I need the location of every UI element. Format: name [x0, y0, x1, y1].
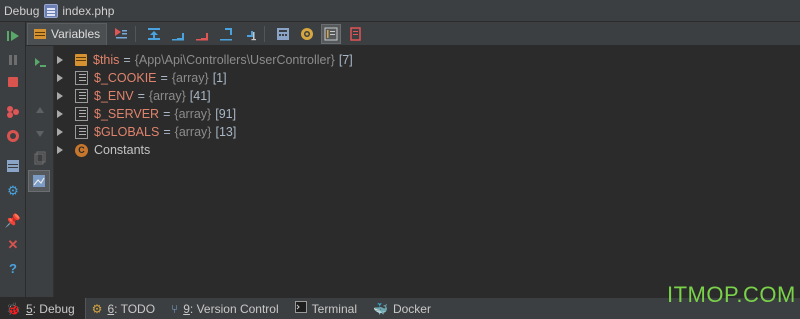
step-over-icon[interactable] [144, 24, 164, 44]
variables-tree: $this = {App\Api\Controllers\UserControl… [54, 46, 800, 297]
layout-icon[interactable] [3, 156, 23, 176]
evaluate-expression-icon[interactable] [273, 24, 293, 44]
terminal-icon [294, 301, 307, 316]
debug-session-file[interactable]: index.php [62, 4, 114, 18]
array-icon [75, 89, 88, 103]
variable-type: {App\Api\Controllers\UserController} [134, 53, 335, 67]
tab-version-control-label: : Version Control [189, 301, 279, 316]
toolbar-separator [135, 25, 137, 42]
docker-icon: 🐳 [373, 301, 388, 316]
equals-sign: = [163, 107, 171, 121]
debug-panel-header: Variables [26, 22, 800, 46]
variable-count: [7] [338, 53, 353, 67]
expand-arrow-icon[interactable] [57, 56, 63, 64]
equals-sign: = [123, 53, 131, 67]
tab-debug[interactable]: 🐞 5 : Debug [0, 297, 86, 319]
tab-docker[interactable]: 🐳 Docker [367, 298, 441, 319]
show-execution-point-icon[interactable] [111, 24, 131, 44]
expand-arrow-icon[interactable] [57, 92, 63, 100]
tab-version-control-number: 9 [183, 301, 190, 316]
vcs-icon: ⑂ [171, 301, 179, 316]
close-icon[interactable]: ✕ [3, 234, 23, 254]
step-into-frame-icon[interactable] [30, 52, 50, 72]
stop-icon[interactable] [3, 72, 23, 92]
variable-row-server[interactable]: $_SERVER = {array} [91] [54, 105, 236, 123]
expand-arrow-icon[interactable] [57, 110, 63, 118]
tab-debug-number: 5 [25, 301, 33, 316]
todo-icon: ⚙ [91, 301, 103, 316]
variable-type: {array} [174, 107, 212, 121]
copy-icon[interactable] [30, 148, 50, 168]
variable-count: [91] [215, 107, 237, 121]
expand-arrow-icon[interactable] [57, 128, 63, 136]
pause-icon[interactable] [3, 50, 23, 70]
variable-count: [41] [189, 89, 211, 103]
tab-docker-label: Docker [392, 301, 431, 316]
resume-icon[interactable] [3, 26, 23, 46]
equals-sign: = [160, 71, 168, 85]
step-out-icon[interactable] [216, 24, 236, 44]
constants-label: Constants [94, 143, 151, 157]
variable-name: $GLOBALS [94, 125, 160, 139]
toolbar-separator [264, 25, 266, 42]
array-icon [75, 71, 88, 85]
mute-breakpoints-icon[interactable] [3, 126, 23, 146]
variable-name: $this [93, 53, 120, 67]
object-icon [75, 54, 87, 66]
variable-name: $_SERVER [94, 107, 160, 121]
variable-count: [1] [212, 71, 227, 85]
watch-icon[interactable] [297, 24, 317, 44]
variable-type: {array} [148, 89, 186, 103]
tab-todo-label: : TODO [114, 301, 156, 316]
debug-window-title: Debug [4, 3, 40, 18]
debug-title-bar: Debug index.php [0, 0, 800, 22]
tab-todo[interactable]: ⚙ 6 : TODO [86, 298, 165, 319]
pin-icon[interactable]: 📌 [3, 210, 23, 230]
array-icon [75, 125, 88, 139]
expand-arrow-icon[interactable] [57, 146, 63, 154]
watermark-text: ITMOP.COM [667, 282, 796, 307]
variables-icon [34, 29, 46, 39]
tab-version-control[interactable]: ⑂ 9 : Version Control [165, 298, 289, 319]
variable-name: $_COOKIE [94, 71, 157, 85]
tab-variables-label: Variables [51, 27, 101, 41]
step-into-icon[interactable] [168, 24, 188, 44]
variable-row-cookie[interactable]: $_COOKIE = {array} [1] [54, 69, 227, 87]
tab-debug-label: : Debug [32, 301, 75, 316]
variable-row-this[interactable]: $this = {App\Api\Controllers\UserControl… [54, 51, 353, 69]
variable-name: $_ENV [94, 89, 134, 103]
variable-type: {array} [171, 71, 209, 85]
variable-count: [13] [215, 125, 237, 139]
tab-todo-number: 6 [107, 301, 115, 316]
expand-arrow-icon[interactable] [57, 74, 63, 82]
force-step-into-icon[interactable] [192, 24, 212, 44]
tab-variables[interactable]: Variables [27, 22, 108, 45]
help-icon[interactable]: ? [3, 258, 23, 278]
array-icon [75, 107, 88, 121]
variable-type: {array} [174, 125, 212, 139]
run-to-cursor-icon[interactable] [240, 24, 260, 44]
equals-sign: = [163, 125, 171, 139]
constants-row[interactable]: C Constants [54, 141, 150, 159]
tab-terminal[interactable]: Terminal [289, 298, 367, 319]
equals-sign: = [137, 89, 145, 103]
view-breakpoints-icon[interactable] [3, 102, 23, 122]
restore-layout-icon[interactable] [345, 24, 365, 44]
bug-icon: 🐞 [6, 301, 21, 316]
down-icon[interactable] [30, 124, 50, 144]
php-file-icon [44, 3, 59, 18]
variable-row-env[interactable]: $_ENV = {array} [41] [54, 87, 211, 105]
frames-column [26, 46, 54, 297]
settings-icon[interactable]: ⚙ [3, 180, 23, 200]
debug-left-toolbar: ⚙ 📌 ✕ ? [0, 22, 26, 297]
variable-row-globals[interactable]: $GLOBALS = {array} [13] [54, 123, 236, 141]
image-icon[interactable] [28, 170, 50, 192]
tab-terminal-label: Terminal [311, 301, 357, 316]
up-icon[interactable] [30, 100, 50, 120]
constant-icon: C [75, 143, 88, 157]
frames-toggle-icon[interactable] [321, 23, 342, 44]
